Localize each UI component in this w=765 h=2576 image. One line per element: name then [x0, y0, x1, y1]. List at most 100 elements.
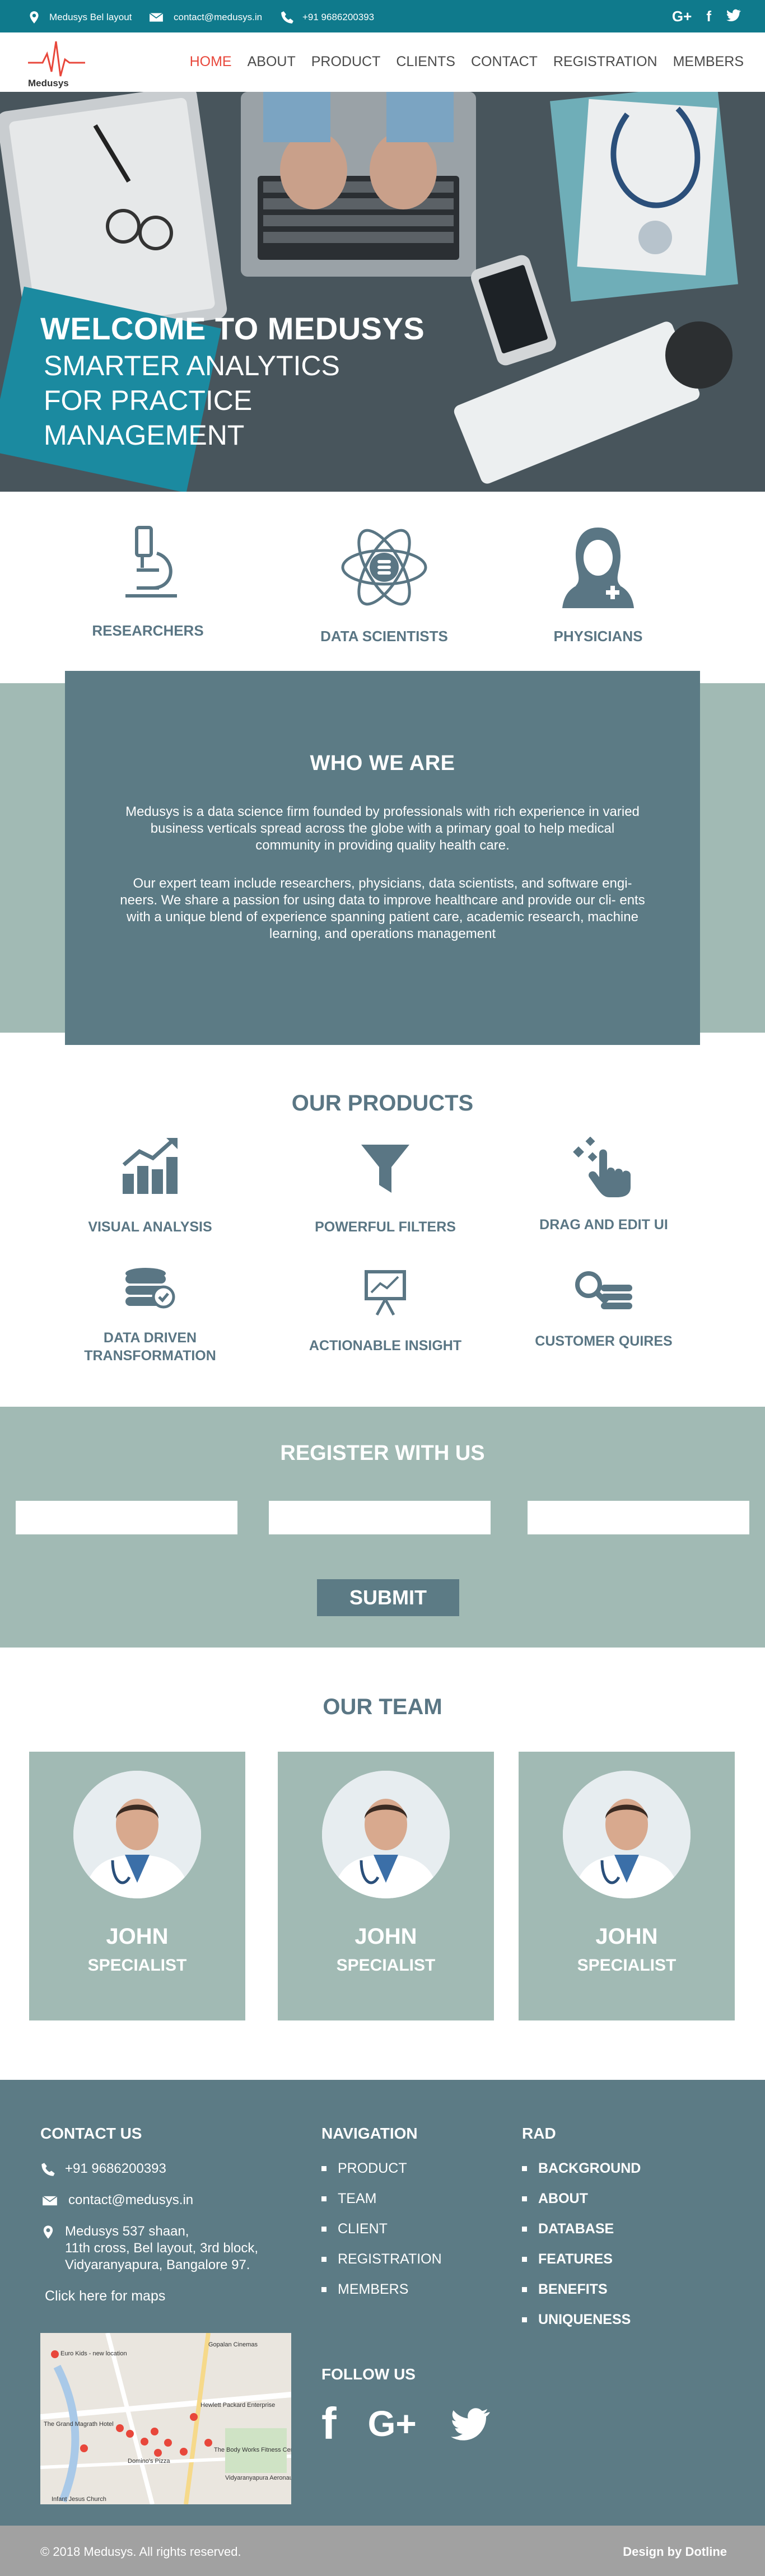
bar-growth-icon [122, 1138, 178, 1194]
nav-product[interactable]: PRODUCT [311, 54, 381, 70]
footer-rad-item[interactable]: ABOUT [522, 2191, 641, 2207]
avatar [73, 1771, 201, 1898]
medusys-logo[interactable]: Medusys [26, 37, 87, 88]
register-field-2[interactable] [269, 1501, 491, 1534]
footer-navigation: NAVIGATION PRODUCT TEAM CLIENT REGISTRAT… [321, 2125, 442, 2312]
roles-section: RESEARCHERS DATA SCIENTISTS PHYSICIANS [0, 492, 765, 671]
footer-rad-item[interactable]: FEATURES [522, 2251, 641, 2267]
footer-rad-item[interactable]: UNIQUENESS [522, 2312, 641, 2328]
address-line: 11th cross, Bel layout, 3rd block, [65, 2241, 259, 2256]
products-title: OUR PRODUCTS [291, 1091, 474, 1116]
topbar-email[interactable]: contact@medusys.in [147, 10, 262, 25]
footer-nav-item[interactable]: REGISTRATION [321, 2251, 442, 2267]
doctor-portrait [73, 1771, 201, 1898]
product-data-driven: DATA DRIVEN TRANSFORMATION [66, 1267, 234, 1365]
database-check-icon [125, 1268, 175, 1309]
facebook-icon[interactable]: f [706, 8, 711, 25]
footer-rad-item[interactable]: BENEFITS [522, 2281, 641, 2298]
hero-title: WELCOME TO MEDUSYS [40, 311, 425, 346]
team-card: JOHN SPECIALIST [29, 1752, 245, 2020]
nav-contact[interactable]: CONTACT [471, 54, 538, 70]
register-title: REGISTER WITH US [280, 1441, 485, 1465]
footer-nav-item[interactable]: CLIENT [321, 2221, 442, 2237]
who-paragraph-1: Medusys is a data science firm founded b… [125, 804, 640, 853]
footer-nav-item[interactable]: PRODUCT [321, 2160, 442, 2177]
footer-rad-list: BACKGROUND ABOUT DATABASE FEATURES BENEF… [522, 2160, 641, 2328]
google-plus-icon[interactable]: G+ [672, 8, 692, 25]
who-paragraph-2: Our expert team include researchers, phy… [120, 876, 645, 941]
map-link[interactable]: Click here for maps [45, 2288, 298, 2304]
role-data-scientists: DATA SCIENTISTS [311, 525, 457, 645]
product-label: DRAG AND EDIT UI [539, 1217, 668, 1233]
map-illustration: Euro Kids - new location Gopalan Cinemas… [40, 2333, 291, 2504]
topbar-social-links: G+ f [672, 8, 741, 25]
twitter-icon[interactable] [448, 2404, 493, 2443]
product-label: DATA DRIVEN TRANSFORMATION [84, 1330, 216, 1364]
envelope-icon [149, 12, 164, 22]
register-field-1[interactable] [16, 1501, 237, 1534]
doctor-portrait [322, 1771, 450, 1898]
designer-credit[interactable]: Design by Dotline [623, 2545, 727, 2559]
logo-text: Medusys [28, 78, 69, 88]
footer-nav-item[interactable]: MEMBERS [321, 2281, 442, 2298]
hero-banner: WELCOME TO MEDUSYS SMARTER ANALYTICS FOR… [0, 92, 765, 492]
role-label: DATA SCIENTISTS [320, 628, 448, 645]
phone-icon [41, 2163, 55, 2176]
twitter-icon[interactable] [726, 8, 741, 22]
footer-phone-text: +91 9686200393 [65, 2161, 166, 2176]
map-label: Hewlett Packard Enterprise [200, 2402, 275, 2409]
register-section: REGISTER WITH US SUBMIT [0, 1407, 765, 1648]
footer-phone[interactable]: +91 9686200393 [40, 2160, 298, 2177]
product-actionable-insight: ACTIONABLE INSIGHT [301, 1267, 469, 1355]
footer-rad-title: RAD [522, 2125, 556, 2142]
location-pin-icon [30, 11, 39, 24]
footer-nav-item[interactable]: TEAM [321, 2191, 442, 2207]
map-label: The Grand Magrath Hotel [44, 2421, 114, 2428]
footer-email-text: contact@medusys.in [68, 2192, 194, 2208]
product-label: POWERFUL FILTERS [315, 1219, 456, 1235]
footer-address: Medusys 537 shaan, 11th cross, Bel layou… [40, 2223, 298, 2274]
footer-contact-title: CONTACT US [40, 2125, 142, 2142]
topbar-email-text: contact@medusys.in [174, 12, 263, 22]
register-field-3[interactable] [528, 1501, 749, 1534]
facebook-icon[interactable]: f [321, 2401, 337, 2446]
nav-home[interactable]: HOME [190, 54, 232, 70]
nav-about[interactable]: ABOUT [248, 54, 296, 70]
topbar-phone[interactable]: +91 9686200393 [280, 10, 374, 25]
nav-registration[interactable]: REGISTRATION [553, 54, 657, 70]
nav-clients[interactable]: CLIENTS [396, 54, 455, 70]
hero-subtitle-line: FOR PRACTICE [44, 385, 253, 416]
map-label: Infant Jesus Church [52, 2496, 106, 2503]
submit-button[interactable]: SUBMIT [317, 1579, 459, 1616]
heartbeat-logo-icon: Medusys [28, 41, 85, 88]
map-label: Gopalan Cinemas [208, 2341, 258, 2348]
footer-follow: FOLLOW US f G+ [321, 2365, 493, 2446]
google-plus-icon[interactable]: G+ [368, 2401, 417, 2446]
team-card: JOHN SPECIALIST [519, 1752, 735, 2020]
presentation-icon [365, 1270, 406, 1316]
footer-rad-item[interactable]: DATABASE [522, 2221, 641, 2237]
nav-members[interactable]: MEMBERS [673, 54, 744, 70]
address-line: Vidyaranyapura, Bangalore 97. [65, 2257, 250, 2272]
team-member-name: JOHN [354, 1924, 417, 1949]
microscope-icon [125, 526, 177, 598]
avatar [322, 1771, 450, 1898]
envelope-icon [42, 2196, 58, 2206]
product-visual-analysis: VISUAL ANALYSIS [66, 1135, 234, 1236]
role-physicians: PHYSICIANS [525, 525, 671, 645]
footer-contact: CONTACT US +91 9686200393 contact@medusy… [40, 2125, 298, 2304]
footer-email[interactable]: contact@medusys.in [40, 2192, 298, 2209]
team-member-name: JOHN [106, 1924, 169, 1949]
funnel-icon [361, 1145, 409, 1193]
copyright-text: © 2018 Medusys. All rights reserved. [40, 2545, 241, 2559]
footer-rad-item[interactable]: BACKGROUND [522, 2160, 641, 2177]
search-coins-icon [575, 1271, 632, 1309]
physician-icon [562, 528, 634, 608]
role-researchers: RESEARCHERS [75, 525, 221, 640]
location-map[interactable]: Euro Kids - new location Gopalan Cinemas… [40, 2333, 291, 2504]
who-title: WHO WE ARE [310, 752, 455, 775]
copyright-bar: © 2018 Medusys. All rights reserved. Des… [0, 2526, 765, 2576]
follow-title: FOLLOW US [321, 2365, 416, 2383]
address-line: Medusys 537 shaan, [65, 2224, 189, 2239]
hero-subtitle-line: SMARTER ANALYTICS [44, 350, 340, 381]
